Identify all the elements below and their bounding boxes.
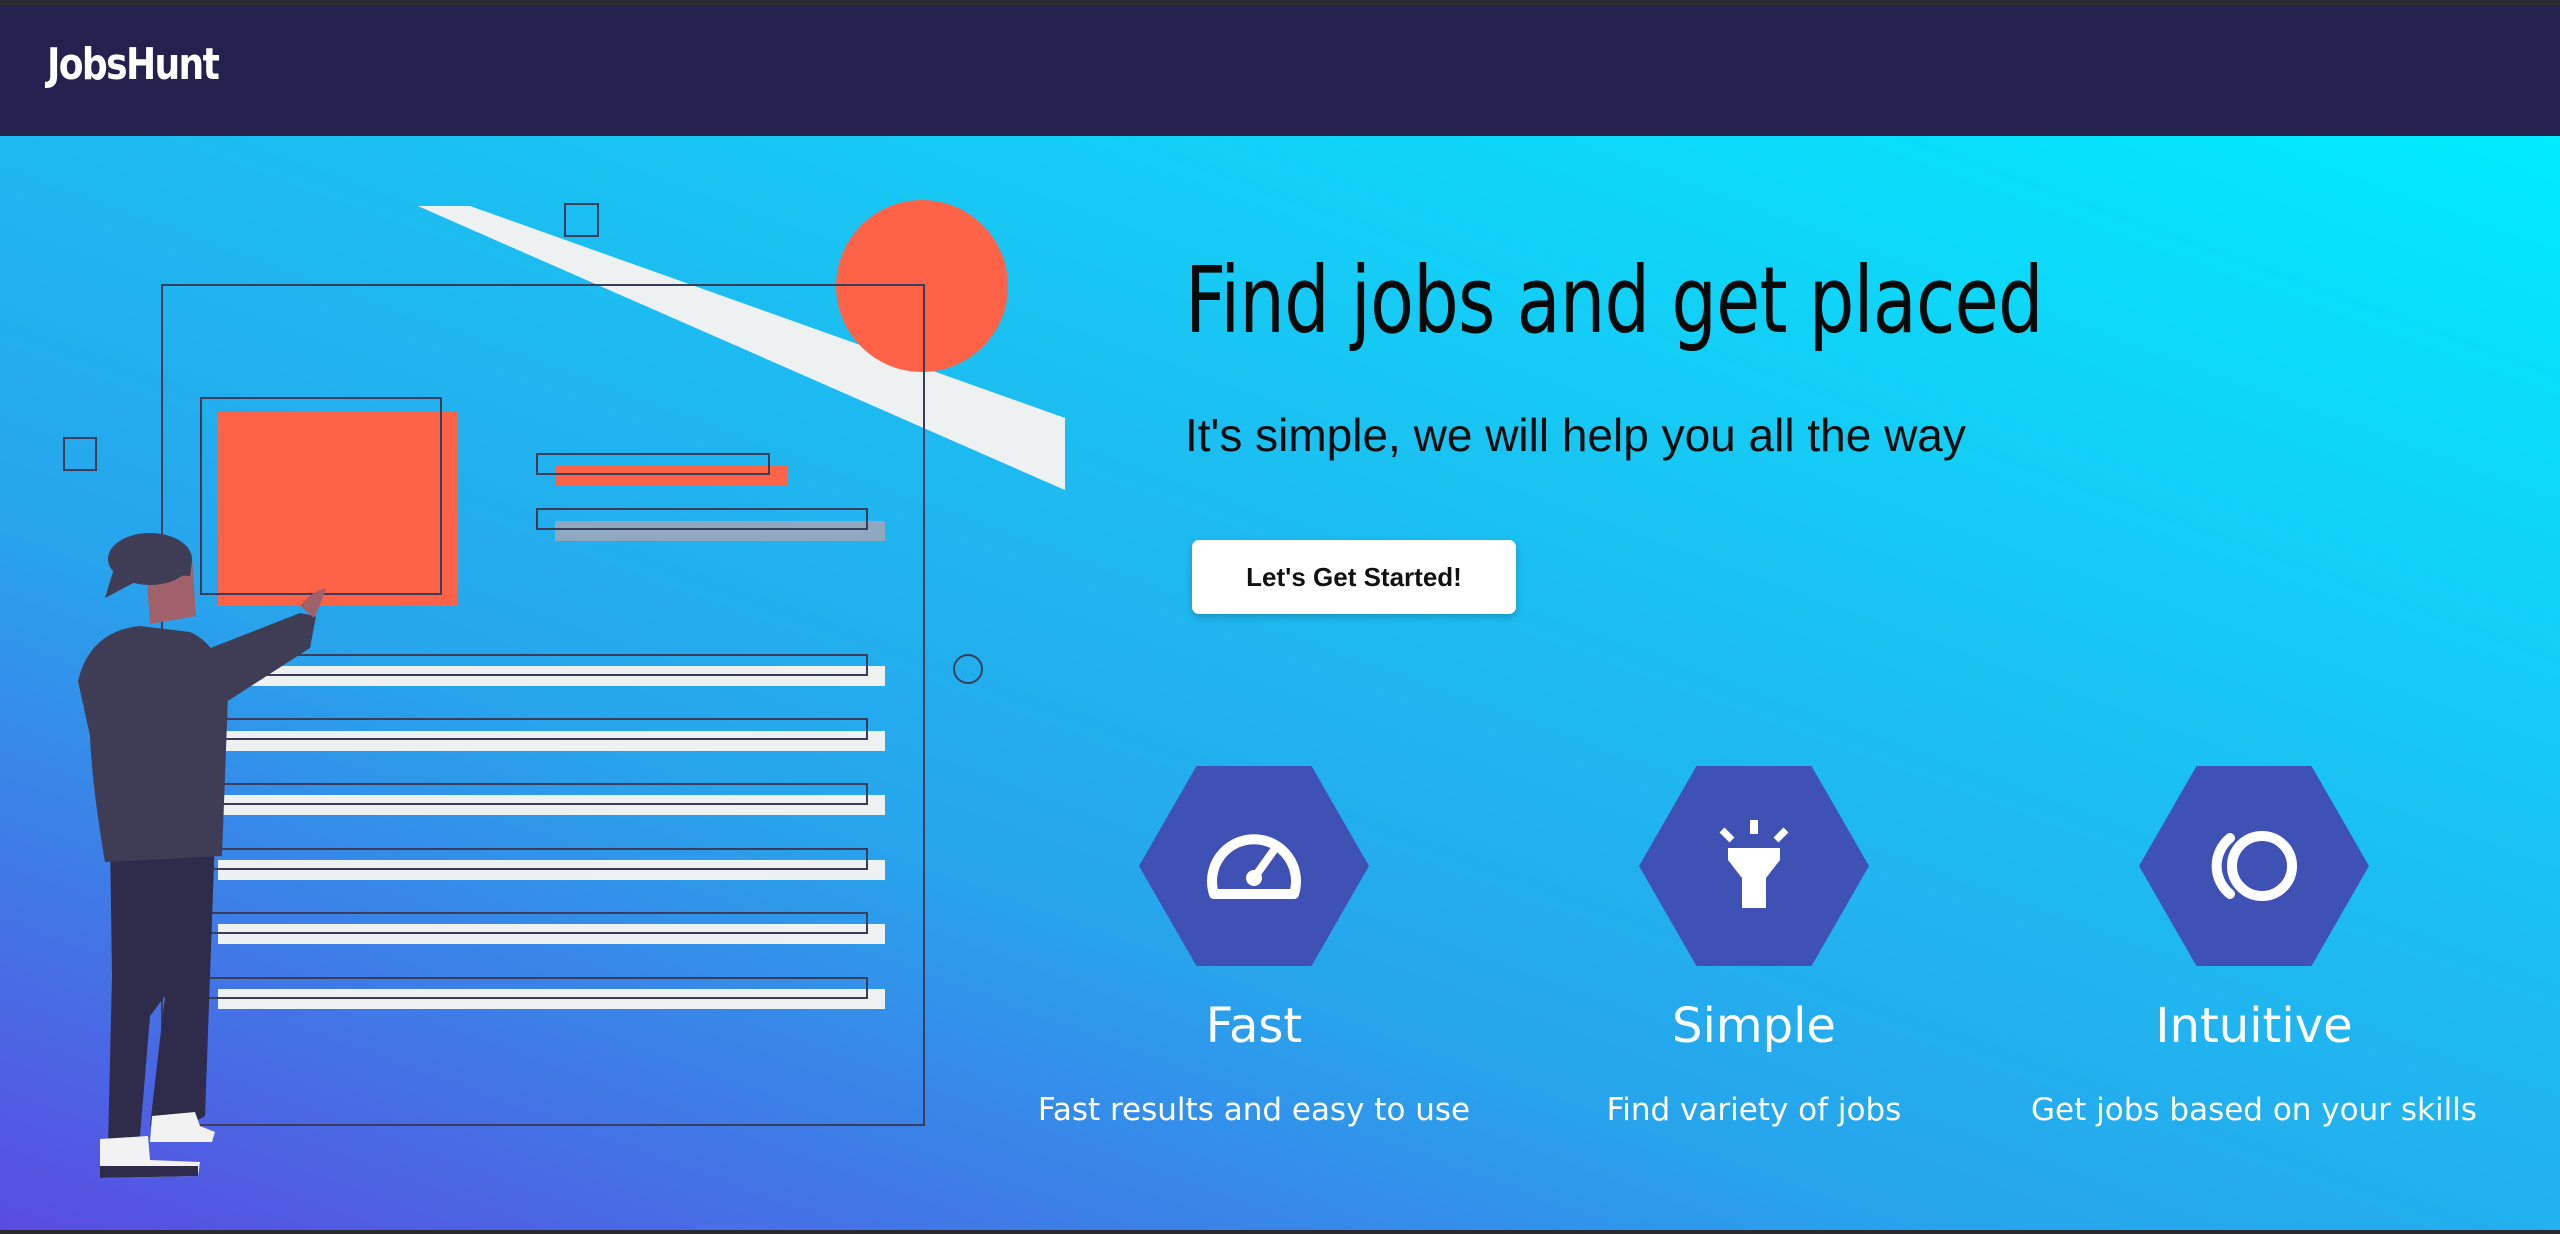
feature-intuitive: Intuitive Get jobs based on your skills [2004,766,2504,1128]
feature-title: Fast [1205,998,1303,1054]
feature-hexagon [1139,766,1369,966]
feature-hexagon [2139,766,2369,966]
hero-illustration [63,200,1065,1178]
speedometer-icon [1207,834,1301,899]
navbar: JobsHunt [0,5,2560,136]
person-figure [78,533,326,1178]
decor-small-circle [953,654,983,684]
hero-subheadline: It's simple, we will help you all the wa… [1185,409,1966,461]
feature-fast: Fast Fast results and easy to use [1004,766,1504,1128]
lightbulb-icon [1719,820,1789,908]
hero-section: Find jobs and get placed It's simple, we… [0,136,2560,1230]
hero-headline: Find jobs and get placed [1185,247,2044,354]
feature-title: Intuitive [2155,998,2353,1054]
decor-square-left [63,437,97,471]
feature-title: Simple [1672,998,1836,1054]
page-frame: JobsHunt Find jobs and get placed It's s… [0,0,2560,1234]
get-started-button[interactable]: Let's Get Started! [1192,540,1516,614]
feature-description: Find variety of jobs [1606,1092,1902,1128]
decor-square-top [564,203,599,237]
doc-text-lines [199,654,885,1009]
feature-description: Fast results and easy to use [1037,1092,1471,1128]
circles-icon [2211,831,2297,901]
doc-subheading-bar [555,521,885,541]
document-image [218,412,458,606]
feature-hexagon [1639,766,1869,966]
feature-description: Get jobs based on your skills [2031,1092,2477,1128]
brand-logo[interactable]: JobsHunt [47,43,220,87]
feature-simple: Simple Find variety of jobs [1504,766,2004,1128]
